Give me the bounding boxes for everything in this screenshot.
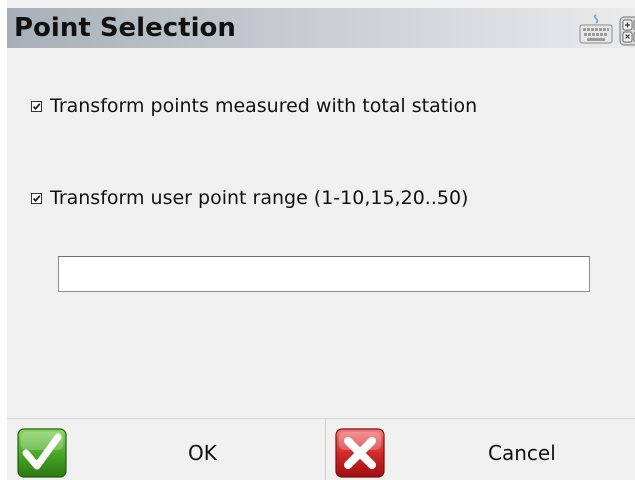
keyboard-icon[interactable] (577, 12, 615, 46)
checkmark-icon (17, 428, 67, 478)
total-station-label: Transform points measured with total sta… (50, 95, 478, 117)
cancel-button-label: Cancel (488, 441, 556, 465)
option-user-point-range[interactable]: Transform user point range (1-10,15,20..… (31, 183, 468, 213)
dialog-title: Point Selection (14, 13, 236, 43)
cancel-button[interactable]: Cancel (326, 419, 635, 480)
point-range-input[interactable] (58, 256, 590, 292)
checkmark-icon (32, 194, 41, 202)
option-total-station[interactable]: Transform points measured with total sta… (31, 91, 477, 121)
checkmark-icon (32, 102, 41, 110)
calculator-icon[interactable] (619, 16, 635, 46)
ok-button-label: OK (188, 441, 217, 465)
point-selection-dialog: Point Selection Transform points measure… (0, 0, 635, 480)
total-station-checkbox[interactable] (31, 100, 42, 112)
x-mark-icon (335, 428, 385, 478)
title-bar: Point Selection (7, 8, 635, 48)
user-point-range-label: Transform user point range (1-10,15,20..… (50, 187, 469, 209)
ok-button[interactable]: OK (7, 419, 326, 480)
window-edge (0, 0, 7, 480)
button-bar: OK Cancel (7, 418, 635, 480)
dialog-content: Transform points measured with total sta… (7, 48, 635, 418)
user-point-range-checkbox[interactable] (31, 192, 42, 204)
